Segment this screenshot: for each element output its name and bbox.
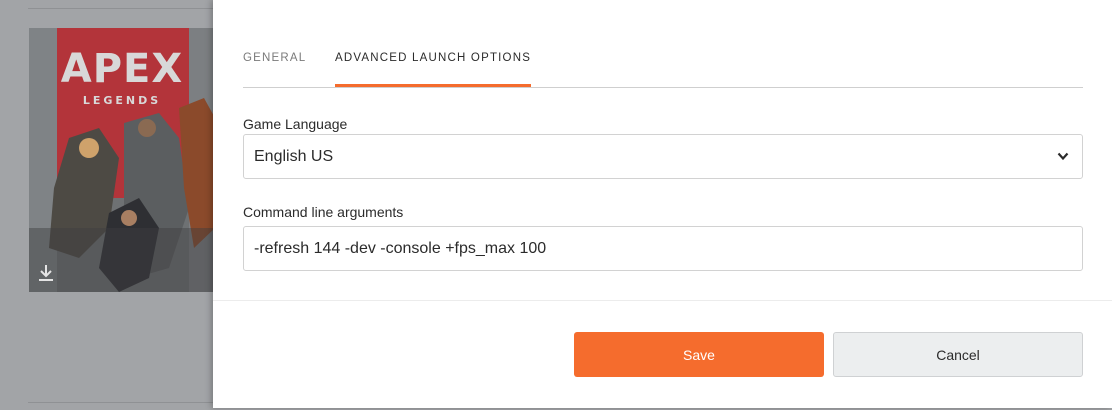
game-properties-modal: GENERAL ADVANCED LAUNCH OPTIONS Game Lan…	[213, 0, 1112, 408]
download-icon[interactable]	[38, 264, 54, 282]
game-language-value: English US	[254, 148, 334, 165]
game-logo-title: APEX	[60, 46, 184, 92]
game-language-label: Game Language	[243, 116, 348, 132]
cancel-button[interactable]: Cancel	[833, 332, 1083, 377]
background-divider	[28, 8, 218, 9]
chevron-down-icon	[1057, 152, 1069, 161]
game-logo-subtitle: LEGENDS	[82, 94, 162, 107]
command-line-input[interactable]: -refresh 144 -dev -console +fps_max 100	[243, 226, 1083, 271]
game-language-select[interactable]: English US	[243, 134, 1083, 179]
command-line-label: Command line arguments	[243, 204, 404, 220]
tab-general[interactable]: GENERAL	[243, 52, 306, 87]
command-line-value: -refresh 144 -dev -console +fps_max 100	[254, 240, 547, 257]
game-tile-apex-legends[interactable]: APEX LEGENDS	[29, 28, 215, 292]
tabs-divider	[243, 87, 1083, 88]
tab-advanced-launch-options[interactable]: ADVANCED LAUNCH OPTIONS	[335, 52, 532, 87]
background-divider	[28, 402, 218, 403]
footer-divider	[213, 300, 1112, 301]
save-button[interactable]: Save	[574, 332, 824, 377]
